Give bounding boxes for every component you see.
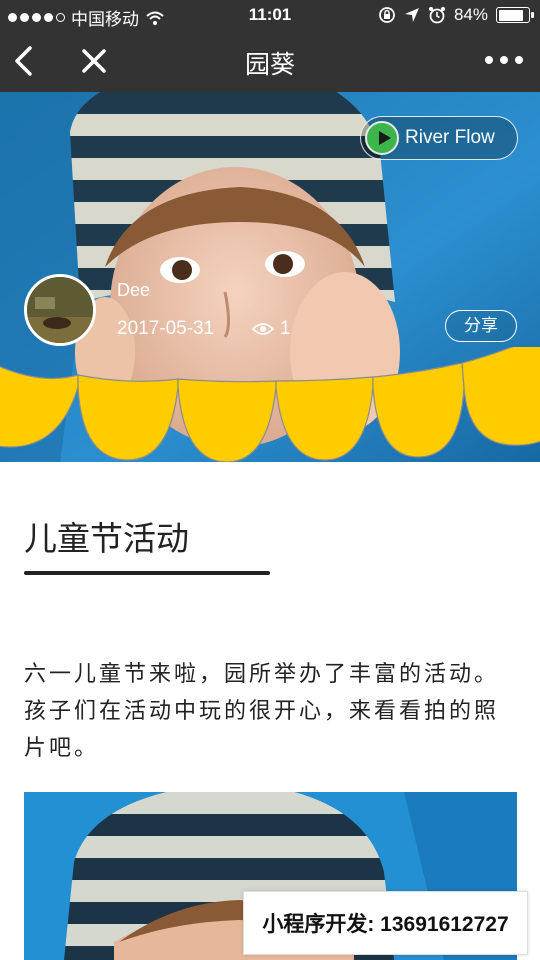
cover-header: River Flow Dee 2017-05-31 1 分享 bbox=[0, 92, 540, 462]
share-button[interactable]: 分享 bbox=[445, 310, 517, 342]
view-count: 1 bbox=[252, 318, 291, 340]
navigation-bar: 园葵 bbox=[0, 30, 540, 92]
music-player-button[interactable]: River Flow bbox=[360, 116, 518, 160]
location-arrow-icon bbox=[404, 8, 419, 22]
author-name: Dee bbox=[117, 280, 151, 300]
publish-date: 2017-05-31 bbox=[117, 318, 215, 339]
title-underline bbox=[24, 571, 270, 575]
battery-level bbox=[498, 9, 523, 21]
music-title: River Flow bbox=[405, 127, 495, 148]
author-avatar[interactable] bbox=[24, 274, 96, 346]
more-dots-icon[interactable] bbox=[484, 52, 524, 68]
rotation-lock-icon bbox=[379, 7, 395, 23]
status-right: 84% bbox=[378, 5, 534, 25]
developer-contact-banner: 小程序开发: 13691612727 bbox=[243, 891, 528, 955]
alarm-clock-icon bbox=[428, 7, 445, 24]
article-title: 儿童节活动 bbox=[24, 520, 189, 557]
play-icon[interactable] bbox=[365, 121, 399, 155]
page-title: 园葵 bbox=[244, 51, 295, 79]
scallop-border bbox=[0, 347, 540, 462]
article-body: 六一儿童节来啦，园所举办了丰富的活动。孩子们在活动中玩的很开心，来看看拍的照片吧… bbox=[24, 661, 500, 760]
eye-icon bbox=[252, 323, 274, 335]
status-bar: 中国移动 11:01 84% bbox=[0, 0, 540, 30]
battery-percent: 84% bbox=[453, 5, 488, 24]
view-count-value: 1 bbox=[280, 318, 291, 339]
battery-icon bbox=[496, 7, 534, 23]
